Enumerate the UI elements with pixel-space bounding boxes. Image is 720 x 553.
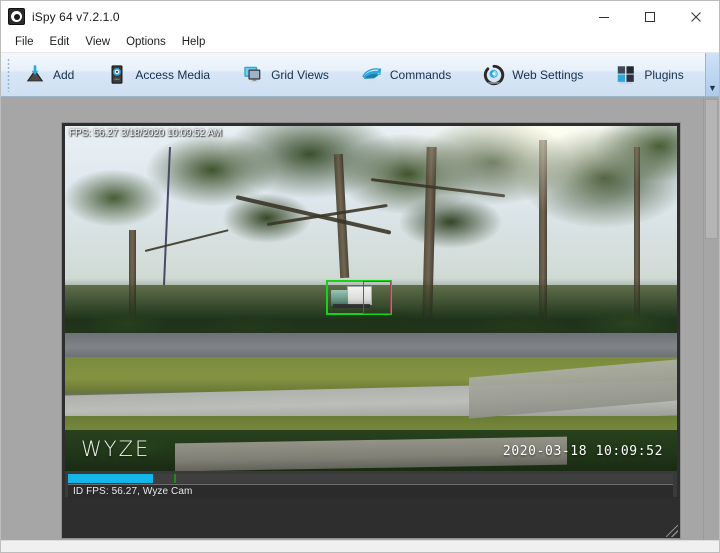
toolbar-label-grid-views: Grid Views — [271, 68, 329, 82]
title-bar: iSpy 64 v7.2.1.0 — [1, 1, 719, 32]
window-title: iSpy 64 v7.2.1.0 — [32, 10, 120, 24]
grid-monitor-icon — [242, 64, 264, 86]
media-device-icon — [106, 64, 128, 86]
ispy-main-window: iSpy 64 v7.2.1.0 File Edit View Options … — [0, 0, 720, 553]
motion-detection-box — [326, 280, 392, 315]
menu-item-help[interactable]: Help — [174, 32, 214, 52]
camera-video-feed[interactable]: FPS: 56.27 3/18/2020 10:09:52 AM WYZE 20… — [65, 126, 677, 471]
menu-item-options[interactable]: Options — [118, 32, 174, 52]
toolbar-button-commands[interactable]: Commands — [353, 54, 461, 96]
camera-brand-logo: WYZE — [81, 437, 150, 461]
window-controls — [581, 1, 719, 32]
toolbar-button-grid-views[interactable]: Grid Views — [234, 54, 339, 96]
camera-resize-handle[interactable] — [666, 525, 678, 537]
camera-id-text: ID FPS: 56.27, Wyze Cam — [68, 486, 192, 497]
camera-workspace: FPS: 56.27 3/18/2020 10:09:52 AM WYZE 20… — [1, 97, 719, 540]
client-vertical-scrollbar[interactable] — [703, 97, 719, 540]
toolbar-label-access-media: Access Media — [135, 68, 210, 82]
toolbar-button-add[interactable]: Add — [16, 54, 84, 96]
maximize-icon[interactable] — [627, 1, 673, 32]
toolbar-drag-handle[interactable] — [4, 58, 12, 92]
scrollbar-thumb[interactable] — [705, 99, 718, 239]
toolbar-button-web-settings[interactable]: Web Settings — [475, 54, 593, 96]
camera-progress-bar[interactable] — [68, 474, 673, 483]
add-funnel-icon — [24, 64, 46, 86]
minimize-icon[interactable] — [581, 1, 627, 32]
camera-id-line[interactable]: ID FPS: 56.27, Wyze Cam — [68, 484, 673, 498]
camera-progress-marker — [174, 474, 176, 483]
menu-bar: File Edit View Options Help — [1, 32, 719, 53]
toolbar-button-access-media[interactable]: Access Media — [98, 54, 220, 96]
close-icon[interactable] — [673, 1, 719, 32]
menu-item-view[interactable]: View — [77, 32, 118, 52]
chevron-down-icon: ▼ — [708, 84, 717, 92]
toolbar-button-plugins[interactable]: Plugins — [607, 54, 693, 96]
status-bar — [1, 540, 719, 552]
ispy-eye-icon — [8, 8, 25, 25]
toolbar-label-commands: Commands — [390, 68, 451, 82]
menu-item-edit[interactable]: Edit — [42, 32, 78, 52]
camera-progress-fill — [68, 474, 153, 483]
menu-item-file[interactable]: File — [7, 32, 42, 52]
camera-panel-wyze-cam[interactable]: FPS: 56.27 3/18/2020 10:09:52 AM WYZE 20… — [61, 122, 681, 539]
camera-fps-overlay: FPS: 56.27 3/18/2020 10:09:52 AM — [69, 128, 222, 139]
toolbar-label-plugins: Plugins — [644, 68, 683, 82]
camera-footer: ID FPS: 56.27, Wyze Cam — [65, 471, 677, 497]
commands-arrow-icon — [361, 64, 383, 86]
web-settings-icon — [483, 64, 505, 86]
plugins-blocks-icon — [615, 64, 637, 86]
toolbar-label-add: Add — [53, 68, 74, 82]
toolbar-overflow-button[interactable]: ▼ — [705, 53, 719, 96]
toolbar-label-web-settings: Web Settings — [512, 68, 583, 82]
camera-timestamp-overlay: 2020-03-18 10:09:52 — [503, 444, 663, 459]
main-toolbar: Add Access Media Grid Views — [1, 53, 719, 97]
